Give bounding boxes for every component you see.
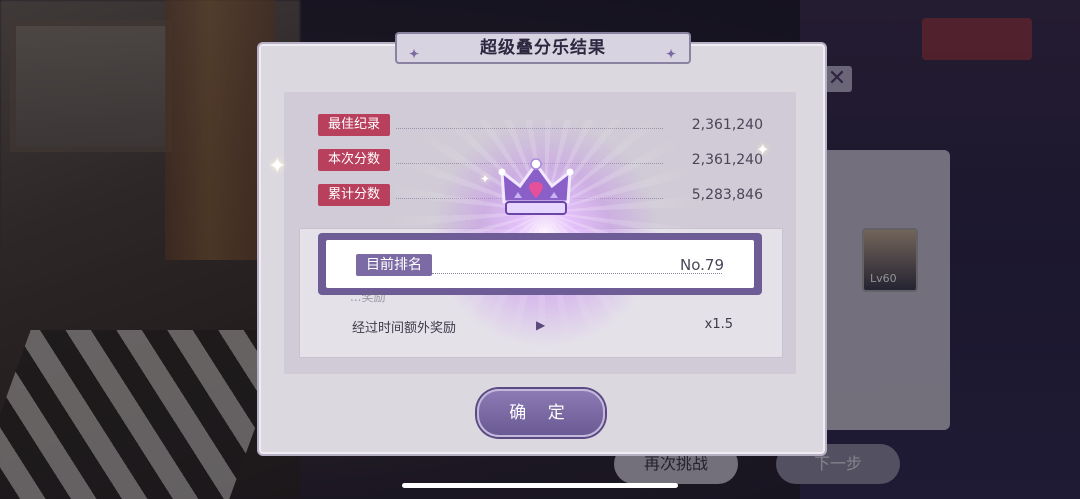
ranking-label: 目前排名 bbox=[356, 254, 432, 276]
time-bonus-value: x1.5 bbox=[704, 317, 733, 332]
dotted-separator bbox=[432, 273, 722, 274]
time-bonus-label: 经过时间额外奖励 bbox=[352, 321, 457, 336]
play-arrow-icon: ▶ bbox=[536, 318, 546, 332]
sparkle-icon: ✦ bbox=[756, 140, 770, 159]
dialog-title: 超级叠分乐结果 bbox=[480, 38, 606, 58]
dialog-title-tab: ✦ 超级叠分乐结果 ✦ bbox=[395, 32, 691, 64]
reward-row-partial: ...奖励 bbox=[350, 290, 386, 304]
crown-icon bbox=[498, 158, 574, 215]
sparkle-icon: ✦ bbox=[409, 47, 421, 61]
home-indicator[interactable] bbox=[402, 483, 678, 488]
sparkle-icon: ✦ bbox=[665, 47, 677, 61]
sparkle-icon: ✦ bbox=[480, 172, 491, 186]
confirm-button[interactable]: 确 定 bbox=[477, 389, 605, 437]
sparkle-icon: ✦ bbox=[268, 154, 287, 179]
ranking-value: No.79 bbox=[680, 256, 724, 274]
